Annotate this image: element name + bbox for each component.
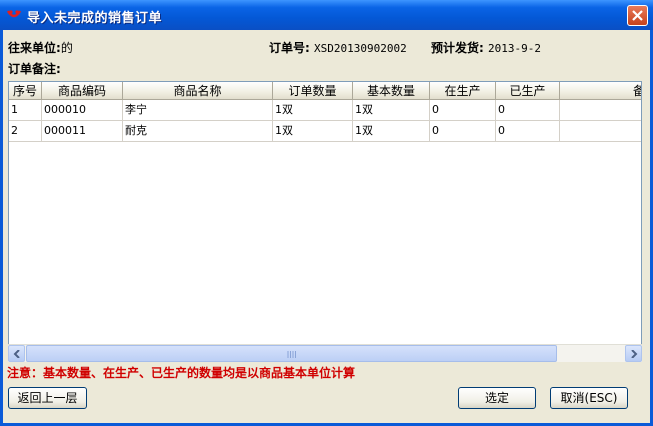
table-row[interactable]: 2 000011 耐克 1双 1双 0 0 [9,121,641,142]
scroll-left-button[interactable] [8,345,25,362]
ship-date-info: 预计发货: 2013-9-2 [431,39,541,56]
dialog-window: 导入未完成的销售订单 往来单位:的 订单号: XSD20130902002 预计… [0,0,653,426]
order-no-info: 订单号: XSD20130902002 [269,39,407,56]
scroll-thumb[interactable] [26,345,557,362]
order-no-value: XSD20130902002 [314,42,407,55]
ship-date-label: 预计发货: [431,41,484,55]
col-header-name[interactable]: 商品名称 [123,82,273,100]
table-row[interactable]: 1 000010 李宁 1双 1双 0 0 [9,100,641,121]
col-header-index[interactable]: 序号 [9,82,42,100]
horizontal-scrollbar[interactable] [8,344,642,362]
partner-label: 往来单位: [8,41,61,55]
cell-code: 000010 [42,100,123,121]
close-icon [632,10,643,21]
cell-remark [560,121,641,142]
cell-base-qty: 1双 [353,121,430,142]
app-logo-icon [6,10,22,18]
close-button[interactable] [627,5,648,26]
cell-base-qty: 1双 [353,100,430,121]
col-header-order-qty[interactable]: 订单数量 [273,82,353,100]
cell-order-qty: 1双 [273,121,353,142]
col-header-remark[interactable]: 备注 [560,82,641,100]
chevron-right-icon [631,350,638,358]
order-remark-info: 订单备注: [8,60,61,77]
title-bar[interactable]: 导入未完成的销售订单 [0,0,653,30]
order-remark-label: 订单备注: [8,62,61,76]
cell-name: 耐克 [123,121,273,142]
cell-produced: 0 [496,100,560,121]
cell-order-qty: 1双 [273,100,353,121]
chevron-left-icon [13,350,20,358]
order-items-grid[interactable]: 序号 商品编码 商品名称 订单数量 基本数量 在生产 已生产 备注 1 0000… [8,81,642,361]
window-title: 导入未完成的销售订单 [27,11,163,26]
cancel-button[interactable]: 取消(ESC) [550,387,628,409]
select-button[interactable]: 选定 [458,387,536,409]
cell-index: 1 [9,100,42,121]
partner-value: 的 [60,41,73,55]
cell-name: 李宁 [123,100,273,121]
col-header-remark-label: 备注 [633,84,641,98]
col-header-code[interactable]: 商品编码 [42,82,123,100]
scroll-right-button[interactable] [625,345,642,362]
cell-code: 000011 [42,121,123,142]
col-header-produced[interactable]: 已生产 [496,82,560,100]
partner-info: 往来单位:的 [8,39,73,56]
cell-in-production: 0 [430,121,496,142]
order-no-label: 订单号: [269,41,310,55]
cell-produced: 0 [496,121,560,142]
cell-in-production: 0 [430,100,496,121]
cell-remark [560,100,641,121]
dialog-body: 往来单位:的 订单号: XSD20130902002 预计发货: 2013-9-… [3,30,650,423]
unit-note: 注意：基本数量、在生产、已生产的数量均是以商品基本单位计算 [7,366,356,380]
ship-date-value: 2013-9-2 [488,42,541,55]
cell-index: 2 [9,121,42,142]
grid-header: 序号 商品编码 商品名称 订单数量 基本数量 在生产 已生产 备注 [9,82,641,100]
col-header-in-production[interactable]: 在生产 [430,82,496,100]
grip-icon [287,351,296,358]
back-button[interactable]: 返回上一层 [8,387,87,409]
col-header-base-qty[interactable]: 基本数量 [353,82,430,100]
